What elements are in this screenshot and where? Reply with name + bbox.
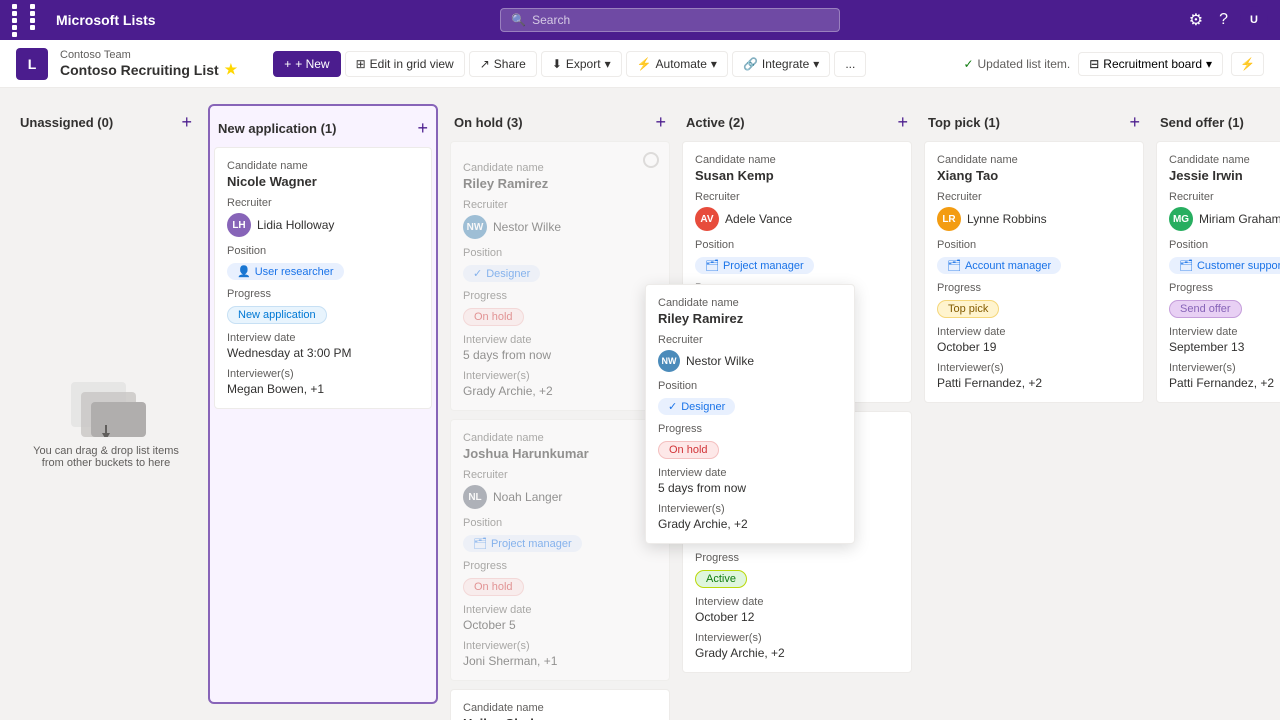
add-on-hold-button[interactable]: + — [655, 112, 666, 133]
list-title: Contoso Recruiting List ★ — [60, 61, 237, 78]
integrate-icon: 🔗 — [743, 57, 758, 71]
export-icon: ⬇ — [552, 57, 562, 71]
board-area: Unassigned (0) + You can drag & drop lis… — [0, 88, 1280, 720]
filter-button[interactable]: ⚡ — [1231, 52, 1264, 76]
progress-badge: Send offer — [1169, 300, 1242, 318]
recruiter-row: LR Lynne Robbins — [937, 207, 1131, 231]
position-badge: 🗂 Project manager — [463, 535, 582, 552]
drop-text: You can drag & drop list items from othe… — [26, 445, 186, 469]
top-nav: Microsoft Lists 🔍 Search ⚙ ? U — [0, 0, 1280, 40]
position-icon: 👤 — [237, 265, 251, 278]
drop-illustration — [66, 377, 146, 437]
recruiter-row: LH Lidia Holloway — [227, 213, 419, 237]
col-header-unassigned: Unassigned (0) + — [16, 104, 196, 141]
recruiter-avatar: MG — [1169, 207, 1193, 231]
check-icon: ✓ — [963, 57, 973, 71]
recruiter-row: NW Nestor Wilke — [463, 215, 657, 239]
column-on-hold: On hold (3) + Candidate name Riley Ramir… — [450, 104, 670, 704]
column-unassigned: Unassigned (0) + You can drag & drop lis… — [16, 104, 196, 704]
more-button[interactable]: ... — [834, 51, 866, 77]
toolbar-right: ✓ Updated list item. ⊟ Recruitment board… — [963, 52, 1264, 76]
add-top-pick-button[interactable]: + — [1129, 112, 1140, 133]
progress-badge: Top pick — [937, 300, 999, 318]
recruiter-avatar: NW — [463, 215, 487, 239]
board-icon: ⊟ — [1089, 57, 1099, 71]
popup-position-badge: ✓ Designer — [658, 398, 735, 415]
position-icon2: 🗂 — [473, 537, 487, 550]
select-checkbox[interactable] — [643, 152, 659, 168]
search-bar[interactable]: 🔍 Search — [500, 8, 840, 32]
column-new-application: New application (1) + Candidate name Nic… — [208, 104, 438, 704]
team-name: Contoso Team — [60, 49, 237, 61]
automate-icon: ⚡ — [637, 57, 652, 71]
position-badge: 🗂 Project manager — [695, 257, 814, 274]
col-header-new-app: New application (1) + — [214, 110, 432, 147]
toolbar: + + New ⊞ Edit in grid view ↗ Share ⬇ Ex… — [273, 51, 866, 77]
position-badge: 👤 User researcher — [227, 263, 344, 280]
grid-icon: ⊞ — [356, 57, 366, 71]
column-send-offer: Send offer (1) + Candidate name Jessie I… — [1156, 104, 1280, 704]
edit-grid-button[interactable]: ⊞ Edit in grid view — [345, 51, 465, 77]
search-placeholder: Search — [532, 13, 570, 27]
share-button[interactable]: ↗ Share — [469, 51, 537, 77]
settings-icon[interactable]: ⚙ — [1185, 6, 1207, 34]
app-launcher-icon[interactable] — [12, 4, 46, 37]
automate-chevron: ▾ — [711, 57, 717, 71]
recruiter-avatar: LH — [227, 213, 251, 237]
add-new-app-button[interactable]: + — [417, 118, 428, 139]
column-top-pick: Top pick (1) + Candidate name Xiang Tao … — [924, 104, 1144, 704]
recruiter-avatar: LR — [937, 207, 961, 231]
share-icon: ↗ — [480, 57, 490, 71]
nav-icons: ⚙ ? U — [1185, 6, 1268, 34]
user-avatar[interactable]: U — [1240, 6, 1268, 34]
help-icon[interactable]: ? — [1215, 7, 1232, 33]
integrate-chevron: ▾ — [813, 57, 819, 71]
progress-badge: On hold — [463, 578, 524, 596]
add-active-button[interactable]: + — [897, 112, 908, 133]
updated-badge: ✓ Updated list item. — [963, 57, 1070, 71]
new-icon: + — [284, 57, 291, 71]
card-xiang-tao[interactable]: Candidate name Xiang Tao Recruiter LR Ly… — [924, 141, 1144, 403]
check-icon2: ✓ — [473, 267, 482, 280]
popup-avatar: NW — [658, 350, 680, 372]
app-name: Microsoft Lists — [56, 12, 156, 28]
recruiter-row: AV Adele Vance — [695, 207, 899, 231]
app-header: L Contoso Team Contoso Recruiting List ★… — [0, 40, 1280, 88]
recruiter-avatar: AV — [695, 207, 719, 231]
card-jessie-irwin[interactable]: Candidate name Jessie Irwin Recruiter MG… — [1156, 141, 1280, 403]
drop-area[interactable]: You can drag & drop list items from othe… — [16, 141, 196, 704]
title-group: Contoso Team Contoso Recruiting List ★ — [60, 49, 237, 78]
export-button[interactable]: ⬇ Export ▾ — [541, 51, 622, 77]
position-badge: 🗂 Customer support — [1169, 257, 1280, 274]
position-badge: ✓ Designer — [463, 265, 540, 282]
popup-progress-badge: On hold — [658, 441, 719, 459]
popup-recruiter-row: NW Nestor Wilke — [658, 350, 842, 372]
star-icon[interactable]: ★ — [225, 61, 238, 78]
card-riley-ramirez[interactable]: Candidate name Riley Ramirez Recruiter N… — [450, 141, 670, 411]
search-icon: 🔍 — [511, 13, 526, 27]
recruiter-row: NL Noah Langer — [463, 485, 657, 509]
card-hailey-clark[interactable]: Candidate name Hailey Clark Recruiter — [450, 689, 670, 720]
card-joshua[interactable]: Candidate name Joshua Harunkumar Recruit… — [450, 419, 670, 681]
recruiter-row: MG Miriam Graham — [1169, 207, 1280, 231]
board-view-button[interactable]: ⊟ Recruitment board ▾ — [1078, 52, 1223, 76]
recruiter-avatar: NL — [463, 485, 487, 509]
add-unassigned-button[interactable]: + — [181, 112, 192, 133]
integrate-button[interactable]: 🔗 Integrate ▾ — [732, 51, 830, 77]
card-nicole-wagner[interactable]: Candidate name Nicole Wagner Recruiter L… — [214, 147, 432, 409]
progress-badge: On hold — [463, 308, 524, 326]
position-badge: 🗂 Account manager — [937, 257, 1061, 274]
new-button[interactable]: + + New — [273, 51, 340, 77]
col-header-active: Active (2) + — [682, 104, 912, 141]
progress-badge: New application — [227, 306, 327, 324]
export-chevron: ▾ — [605, 57, 611, 71]
app-logo: L — [16, 48, 48, 80]
col-header-top-pick: Top pick (1) + — [924, 104, 1144, 141]
col-header-send-offer: Send offer (1) + — [1156, 104, 1280, 141]
automate-button[interactable]: ⚡ Automate ▾ — [626, 51, 728, 77]
progress-badge: Active — [695, 570, 747, 588]
col-header-on-hold: On hold (3) + — [450, 104, 670, 141]
board-chevron: ▾ — [1206, 57, 1212, 71]
popup-card-riley[interactable]: Candidate name Riley Ramirez Recruiter N… — [645, 284, 855, 544]
